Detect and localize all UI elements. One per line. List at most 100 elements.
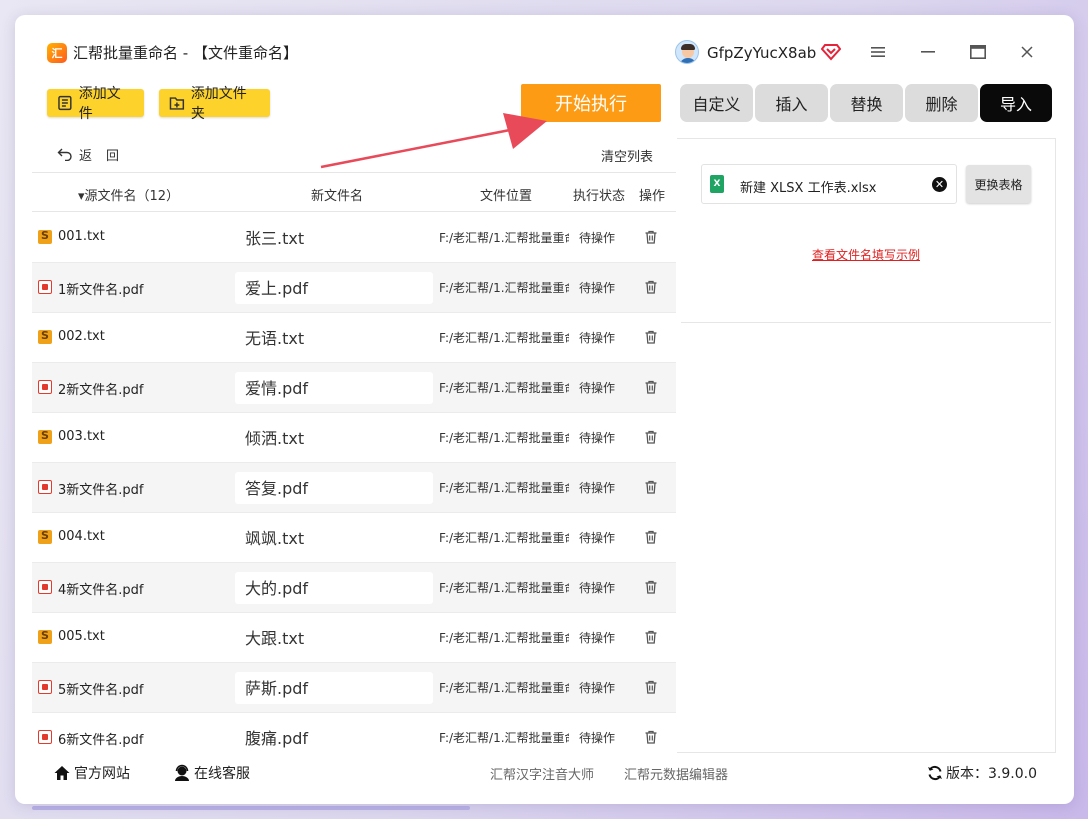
trash-icon[interactable] (643, 479, 659, 495)
table-row[interactable]: 2新文件名.pdf 爱情.pdf F:/老汇帮/1.汇帮批量重命名待操作 (32, 363, 676, 413)
source-filename: 002.txt (58, 329, 105, 344)
maximize-icon[interactable] (963, 37, 993, 67)
add-file-label: 添加文件 (78, 86, 121, 122)
pinyin-tool-link[interactable]: 汇帮汉字注音大师 (490, 764, 594, 783)
tab-insert[interactable]: 插入 (755, 84, 828, 122)
file-table-header: ▾源文件名（12） 新文件名 文件位置 执行状态 操作 (32, 172, 676, 212)
xlsx-file-icon: X (710, 175, 724, 193)
example-link[interactable]: 查看文件名填写示例 (812, 246, 920, 263)
panel-divider (681, 322, 1051, 323)
file-location: F:/老汇帮/1.汇帮批量重命名 (439, 481, 569, 495)
table-row[interactable]: 3新文件名.pdf 答复.pdf F:/老汇帮/1.汇帮批量重命名待操作 (32, 463, 676, 513)
file-location: F:/老汇帮/1.汇帮批量重命名 (439, 281, 569, 295)
trash-icon[interactable] (643, 729, 659, 745)
new-filename-input[interactable]: 飒飒.txt (235, 522, 433, 554)
new-filename-input[interactable]: 腹痛.pdf (235, 722, 433, 753)
clear-list-button[interactable]: 清空列表 (601, 146, 653, 165)
close-icon[interactable] (1012, 37, 1042, 67)
replace-table-button[interactable]: 更换表格 (966, 165, 1031, 203)
column-new-name: 新文件名 (311, 189, 364, 204)
new-filename-input[interactable]: 爱上.pdf (235, 272, 433, 304)
metadata-tool-link[interactable]: 汇帮元数据编辑器 (624, 764, 728, 783)
source-filename: 004.txt (58, 529, 105, 544)
table-row[interactable]: 5新文件名.pdf 萨斯.pdf F:/老汇帮/1.汇帮批量重命名待操作 (32, 663, 676, 713)
remove-file-icon[interactable]: ✕ (932, 177, 947, 192)
table-row[interactable]: 1新文件名.pdf 爱上.pdf F:/老汇帮/1.汇帮批量重命名待操作 (32, 263, 676, 313)
pdf-file-icon (38, 580, 52, 594)
folder-add-icon (169, 97, 185, 110)
table-row[interactable]: 004.txt 飒飒.txt F:/老汇帮/1.汇帮批量重命名待操作 (32, 513, 676, 563)
home-icon (54, 766, 70, 780)
tab-custom[interactable]: 自定义 (680, 84, 753, 122)
trash-icon[interactable] (643, 329, 659, 345)
source-filename: 005.txt (58, 629, 105, 644)
file-location: F:/老汇帮/1.汇帮批量重命名 (439, 431, 569, 445)
user-avatar[interactable] (675, 40, 699, 64)
column-operation: 操作 (639, 189, 666, 204)
source-filename: 3新文件名.pdf (58, 483, 144, 498)
username[interactable]: GfpZyYucX8ab (707, 43, 816, 63)
add-folder-button[interactable]: 添加文件夹 (159, 86, 270, 122)
tab-import[interactable]: 导入 (980, 84, 1052, 122)
column-status: 执行状态 (573, 189, 626, 204)
trash-icon[interactable] (643, 229, 659, 245)
trash-icon[interactable] (643, 579, 659, 595)
table-row[interactable]: 005.txt 大跟.txt F:/老汇帮/1.汇帮批量重命名待操作 (32, 613, 676, 663)
table-row[interactable]: 001.txt 张三.txt F:/老汇帮/1.汇帮批量重命名待操作 (32, 213, 676, 263)
table-row[interactable]: 4新文件名.pdf 大的.pdf F:/老汇帮/1.汇帮批量重命名待操作 (32, 563, 676, 613)
official-site-label: 官方网站 (74, 766, 130, 782)
new-filename-input[interactable]: 答复.pdf (235, 472, 433, 504)
version-label: 版本：3.9.0.0 (946, 766, 1037, 782)
table-row[interactable]: 6新文件名.pdf 腹痛.pdf F:/老汇帮/1.汇帮批量重命名待操作 (32, 713, 676, 753)
status-text: 待操作 (579, 331, 616, 345)
official-site-link[interactable]: 官方网站 (53, 763, 130, 783)
file-list-icon (58, 95, 72, 111)
status-text: 待操作 (579, 231, 616, 245)
new-filename-input[interactable]: 倾洒.txt (235, 422, 433, 454)
imported-file-name: 新建 XLSX 工作表.xlsx (740, 181, 877, 196)
status-text: 待操作 (579, 581, 616, 595)
customer-service-icon (175, 764, 189, 781)
trash-icon[interactable] (643, 379, 659, 395)
trash-icon[interactable] (643, 679, 659, 695)
tab-delete[interactable]: 删除 (905, 84, 978, 122)
vip-diamond-icon[interactable] (821, 41, 841, 61)
new-filename-input[interactable]: 无语.txt (235, 322, 433, 354)
new-filename-input[interactable]: 爱情.pdf (235, 372, 433, 404)
annotation-arrow (320, 113, 547, 169)
back-button[interactable]: 返回 (57, 145, 134, 164)
column-location: 文件位置 (480, 189, 533, 204)
new-filename-input[interactable]: 大跟.txt (235, 622, 433, 654)
footer-bar: 官方网站 在线客服 汇帮汉字注音大师 汇帮元数据编辑器 版本：3.9.0.0 (15, 753, 1074, 793)
menu-icon[interactable] (863, 37, 893, 67)
online-service-link[interactable]: 在线客服 (173, 763, 250, 783)
minimize-icon[interactable] (913, 37, 943, 67)
file-location: F:/老汇帮/1.汇帮批量重命名 (439, 331, 569, 345)
status-text: 待操作 (579, 481, 616, 495)
tab-replace[interactable]: 替换 (830, 84, 903, 122)
trash-icon[interactable] (643, 279, 659, 295)
trash-icon[interactable] (643, 629, 659, 645)
new-filename-input[interactable]: 大的.pdf (235, 572, 433, 604)
pdf-file-icon (38, 380, 52, 394)
pdf-file-icon (38, 480, 52, 494)
table-row[interactable]: 003.txt 倾洒.txt F:/老汇帮/1.汇帮批量重命名待操作 (32, 413, 676, 463)
status-text: 待操作 (579, 281, 616, 295)
source-filename: 6新文件名.pdf (58, 733, 144, 748)
file-location: F:/老汇帮/1.汇帮批量重命名 (439, 531, 569, 545)
window-title: 汇帮批量重命名 - 【文件重命名】 (73, 44, 298, 62)
trash-icon[interactable] (643, 429, 659, 445)
new-filename-input[interactable]: 张三.txt (235, 222, 433, 254)
online-service-label: 在线客服 (194, 766, 250, 782)
version-check[interactable]: 版本：3.9.0.0 (927, 763, 1037, 783)
trash-icon[interactable] (643, 529, 659, 545)
column-source-name[interactable]: ▾源文件名（12） (78, 185, 179, 204)
source-filename: 5新文件名.pdf (58, 683, 144, 698)
app-logo-icon: 汇 (47, 43, 67, 63)
add-file-button[interactable]: 添加文件 (47, 86, 144, 122)
back-label: 返回 (79, 148, 134, 164)
new-filename-input[interactable]: 萨斯.pdf (235, 672, 433, 704)
status-text: 待操作 (579, 431, 616, 445)
refresh-icon (928, 765, 942, 781)
table-row[interactable]: 002.txt 无语.txt F:/老汇帮/1.汇帮批量重命名待操作 (32, 313, 676, 363)
